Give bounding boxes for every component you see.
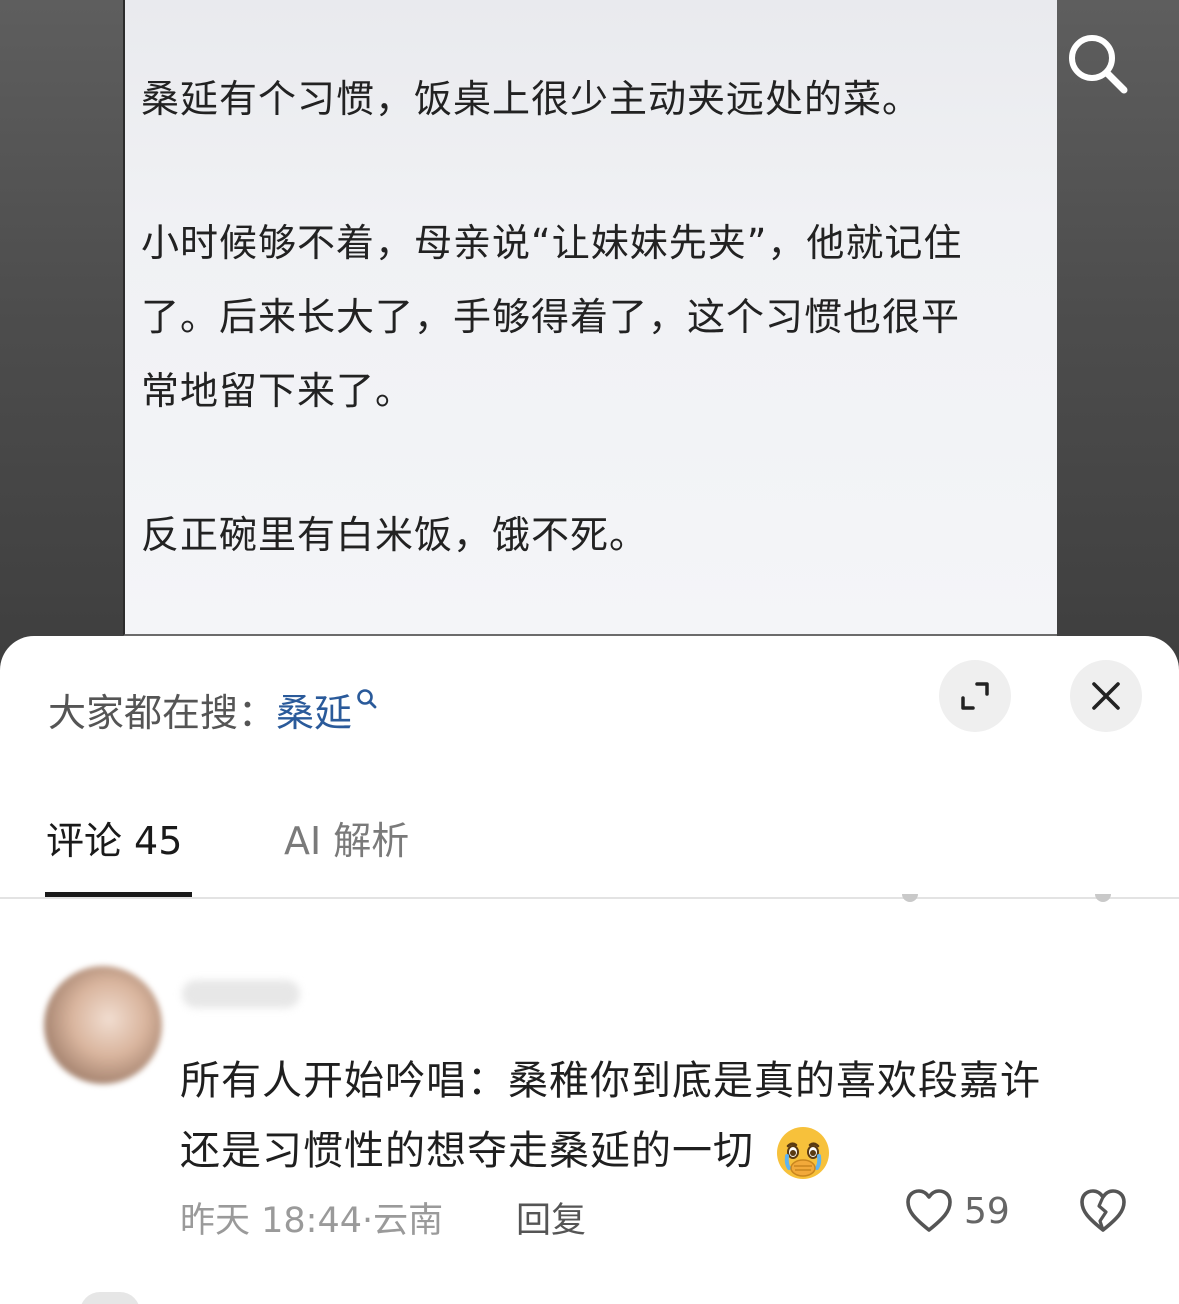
comment-text-line: 还是习惯性的想夺走桑延的一切 [180, 1118, 832, 1182]
like-count: 59 [964, 1190, 1010, 1232]
tab-ai-label: AI [284, 819, 322, 863]
search-button[interactable] [1060, 26, 1136, 102]
tab-comments[interactable]: 评论 45 [46, 810, 182, 865]
tab-ai-analysis[interactable]: AI 解析 [284, 810, 409, 865]
tab-comments-count: 45 [134, 819, 183, 863]
comment-location: 云南 [373, 1201, 444, 1241]
comment-time: 昨天 18:44 [180, 1201, 362, 1241]
post-text-line: 反正碗里有白米饭，饿不死。 [141, 513, 649, 557]
expand-icon [961, 682, 989, 710]
heart-icon [906, 1189, 952, 1232]
tabs-divider [0, 897, 1179, 899]
post-text-line: 小时候够不着，母亲说“让妹妹先夹”，他就记住 [141, 221, 963, 265]
comment-text-line: 所有人开始吟唱：桑稚你到底是真的喜欢段嘉许 [180, 1058, 1041, 1104]
trending-term-link[interactable]: 桑延 [276, 682, 352, 737]
post-text-card: 桑延有个习惯，饭桌上很少主动夹远处的菜。 小时候够不着，母亲说“让妹妹先夹”，他… [123, 0, 1057, 636]
post-text-line: 常地留下来了。 [141, 369, 415, 413]
scrolled-content-peek [1095, 894, 1111, 902]
scrolled-content-peek [902, 894, 918, 902]
expand-button[interactable] [939, 660, 1011, 732]
search-icon [357, 689, 377, 709]
broken-heart-icon [1080, 1189, 1126, 1232]
reply-button[interactable]: 回复 [516, 1192, 586, 1243]
avatar[interactable] [44, 966, 162, 1084]
comment-text: 还是习惯性的想夺走桑延的一切 [180, 1128, 754, 1174]
comment-meta: 昨天 18:44·云南 [180, 1192, 443, 1243]
screen: 桑延有个习惯，饭桌上很少主动夹远处的菜。 小时候够不着，母亲说“让妹妹先夹”，他… [0, 0, 1179, 1304]
dislike-button[interactable] [1078, 1188, 1128, 1238]
comments-sheet: 大家都在搜： 桑延 评论 45 AI 解析 所有人开始吟唱：桑稚你到底是真的喜欢… [0, 636, 1179, 1304]
like-button[interactable]: 59 [904, 1188, 1010, 1234]
trending-prefix: 大家都在搜： [48, 691, 277, 735]
tab-ai-label-rest: 解析 [333, 819, 410, 863]
next-comment-avatar-peek [80, 1292, 140, 1304]
crying-face-emoji [776, 1127, 829, 1179]
username-redacted[interactable] [182, 980, 300, 1008]
meta-separator: · [362, 1201, 374, 1241]
close-button[interactable] [1070, 660, 1142, 732]
trending-search[interactable]: 大家都在搜： 桑延 [48, 682, 378, 737]
comment-tabs: 评论 45 AI 解析 [0, 810, 1179, 898]
post-text-line: 了。后来长大了，手够得着了，这个习惯也很平 [141, 295, 961, 339]
post-text-line: 桑延有个习惯，饭桌上很少主动夹远处的菜。 [141, 77, 922, 121]
close-icon [1092, 682, 1120, 710]
search-icon [1069, 35, 1128, 94]
tab-comments-label: 评论 [46, 819, 123, 863]
